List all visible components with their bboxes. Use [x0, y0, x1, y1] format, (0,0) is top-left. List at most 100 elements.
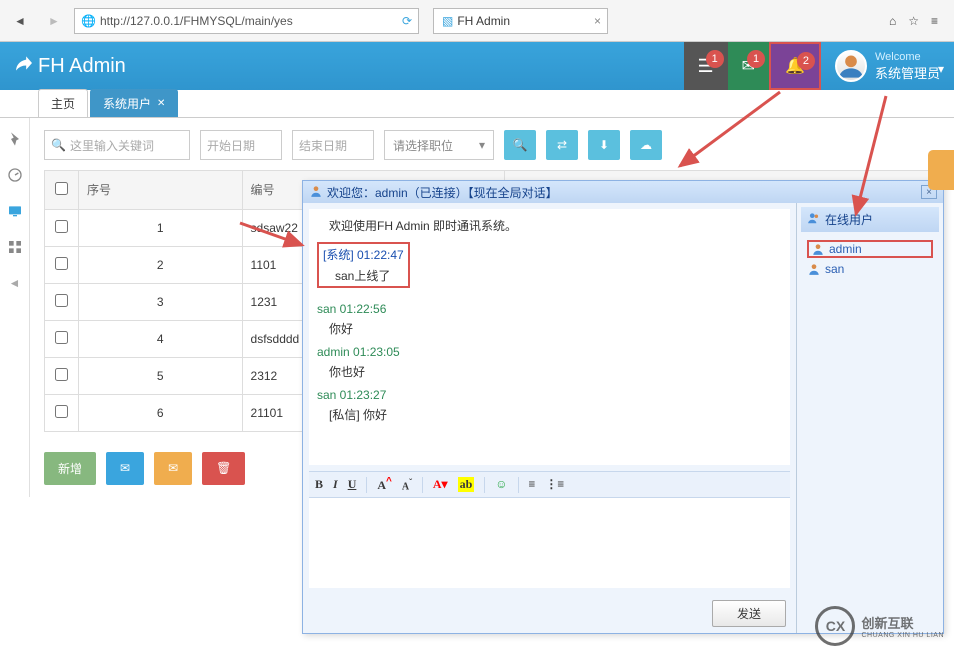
send-button[interactable]: 发送 — [712, 600, 786, 627]
app-logo: FH Admin — [12, 53, 126, 79]
tab-system-users[interactable]: 系统用户 ✕ — [90, 89, 178, 117]
online-users-panel: 在线用户 admin san — [797, 203, 943, 633]
browser-chrome: ◄ ► 🌐 http://127.0.0.1/FHMYSQL/main/yes … — [0, 0, 954, 42]
online-users-title: 在线用户 — [801, 207, 939, 232]
page-tabs: 主页 系统用户 ✕ — [0, 90, 954, 118]
row-index: 4 — [79, 320, 243, 357]
search-icon: 🔍 — [51, 138, 66, 152]
star-icon[interactable]: ☆ — [908, 14, 919, 28]
chat-title-bar[interactable]: 欢迎您：admin（已连接）【现在全局对话】 × — [303, 181, 943, 203]
avatar — [835, 50, 867, 82]
user-name: 系统管理员 — [875, 63, 940, 82]
font-color-button[interactable]: A▾ — [433, 477, 448, 492]
url-bar[interactable]: 🌐 http://127.0.0.1/FHMYSQL/main/yes ⟳ — [74, 8, 419, 34]
home-icon[interactable]: ⌂ — [889, 14, 896, 28]
chat-input[interactable] — [309, 498, 790, 588]
trash-icon: 🗑 — [216, 461, 231, 475]
float-help[interactable] — [928, 150, 954, 190]
add-button[interactable]: 新增 — [44, 452, 96, 485]
search-button[interactable]: 🔍 — [504, 130, 536, 160]
font-decrease-button[interactable]: Aˇ — [402, 477, 412, 492]
cloud-icon: ☁ — [640, 138, 652, 152]
sidebar-item-grid[interactable] — [4, 236, 26, 258]
menu-badge: 1 — [706, 50, 724, 68]
header-bell-button[interactable]: 🔔 2 — [769, 42, 821, 90]
chat-messages: 欢迎使用FH Admin 即时通讯系统。 [系统] 01:22:47san上线了… — [309, 209, 790, 465]
sidebar-collapse[interactable]: ◄ — [4, 272, 26, 294]
sidebar-item-desktop[interactable] — [4, 200, 26, 222]
row-checkbox[interactable] — [55, 294, 68, 307]
chevron-down-icon: ▾ — [479, 138, 485, 152]
row-index: 5 — [79, 357, 243, 394]
header-mail-button[interactable]: ✉ 1 — [728, 42, 769, 90]
swap-icon: ⇄ — [557, 138, 567, 152]
chat-message: san 01:23:27[私信] 你好 — [317, 388, 782, 423]
mail-button[interactable]: ✉ — [106, 452, 144, 485]
tab-favicon: ▧ — [442, 14, 453, 28]
editor-toolbar: B I U A^ Aˇ A▾ ab ☺ ≡ ⋮≡ — [309, 471, 790, 498]
tab-home[interactable]: 主页 — [38, 89, 88, 117]
row-checkbox[interactable] — [55, 220, 68, 233]
user-icon — [811, 242, 825, 256]
search-icon: 🔍 — [513, 138, 528, 152]
bold-button[interactable]: B — [315, 477, 323, 492]
unordered-list-button[interactable]: ⋮≡ — [545, 477, 564, 492]
download-button[interactable]: ⬇ — [588, 130, 620, 160]
emoji-button[interactable]: ☺ — [495, 477, 507, 492]
chat-message: san 01:22:56你好 — [317, 302, 782, 337]
online-user[interactable]: admin — [807, 240, 933, 258]
close-icon[interactable]: ✕ — [157, 98, 165, 109]
row-index: 6 — [79, 394, 243, 431]
header-user-button[interactable]: Welcome 系统管理员 ▾ — [821, 42, 954, 90]
user-icon — [309, 184, 323, 201]
col-index: 序号 — [79, 171, 243, 210]
bell-badge: 2 — [797, 52, 815, 70]
app-header: FH Admin ☰ 1 ✉ 1 🔔 2 Welcome 系统管理员 ▾ — [0, 42, 954, 90]
url-text: http://127.0.0.1/FHMYSQL/main/yes — [100, 14, 398, 28]
refresh-icon[interactable]: ⟳ — [402, 14, 412, 28]
sidebar-item-leaf[interactable] — [4, 128, 26, 150]
chat-message: admin 01:23:05你也好 — [317, 345, 782, 380]
chat-title-text: 欢迎您：admin（已连接）【现在全局对话】 — [327, 184, 558, 201]
start-date-input[interactable]: 开始日期 — [200, 130, 282, 160]
highlight-button[interactable]: ab — [458, 477, 475, 492]
chevron-down-icon: ▾ — [938, 62, 944, 76]
welcome-label: Welcome — [875, 51, 940, 63]
row-checkbox[interactable] — [55, 368, 68, 381]
select-all-checkbox[interactable] — [55, 182, 68, 195]
end-date-input[interactable]: 结束日期 — [292, 130, 374, 160]
back-button[interactable]: ◄ — [6, 7, 34, 35]
globe-icon: 🌐 — [81, 14, 96, 28]
online-user[interactable]: san — [807, 262, 933, 276]
row-index: 3 — [79, 283, 243, 320]
search-input[interactable]: 🔍 这里输入关键词 — [44, 130, 190, 160]
row-checkbox[interactable] — [55, 257, 68, 270]
chat-welcome: 欢迎使用FH Admin 即时通讯系统。 — [317, 219, 517, 233]
italic-button[interactable]: I — [333, 477, 338, 492]
sidebar: ◄ — [0, 118, 30, 497]
header-menu-button[interactable]: ☰ 1 — [684, 42, 728, 90]
sidebar-item-dashboard[interactable] — [4, 164, 26, 186]
browser-right-icons: ⌂ ☆ ≡ — [889, 14, 948, 28]
download-icon: ⬇ — [599, 138, 609, 152]
delete-button[interactable]: 🗑 — [202, 452, 245, 485]
forward-button[interactable]: ► — [40, 7, 68, 35]
row-index: 1 — [79, 209, 243, 246]
browser-tab[interactable]: ▧ FH Admin × — [433, 8, 608, 34]
ordered-list-button[interactable]: ≡ — [529, 477, 536, 492]
chat-window: 欢迎您：admin（已连接）【现在全局对话】 × 欢迎使用FH Admin 即时… — [302, 180, 944, 634]
envelope-icon: ✉ — [120, 461, 130, 475]
close-icon[interactable]: × — [594, 14, 601, 28]
menu-icon[interactable]: ≡ — [931, 14, 938, 28]
role-select[interactable]: 请选择职位 ▾ — [384, 130, 494, 160]
cloud-button[interactable]: ☁ — [630, 130, 662, 160]
row-checkbox[interactable] — [55, 331, 68, 344]
user-icon — [807, 262, 821, 276]
sms-button[interactable]: ✉ — [154, 452, 192, 485]
underline-button[interactable]: U — [348, 477, 357, 492]
swap-button[interactable]: ⇄ — [546, 130, 578, 160]
watermark-logo: CX — [815, 606, 855, 646]
users-icon — [807, 211, 821, 228]
row-checkbox[interactable] — [55, 405, 68, 418]
font-increase-button[interactable]: A^ — [377, 476, 392, 493]
